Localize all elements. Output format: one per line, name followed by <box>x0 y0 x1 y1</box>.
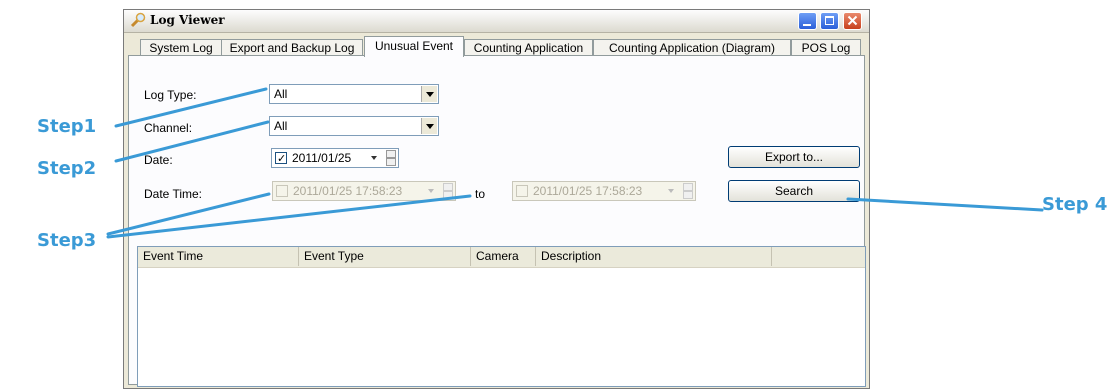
annotation-lines <box>106 87 1044 239</box>
step1-label: Step1 <box>37 116 97 137</box>
step4-label: Step 4 <box>1042 194 1108 215</box>
step1-pointer <box>114 87 268 128</box>
tab-unusual-event[interactable]: Unusual Event <box>364 36 464 57</box>
step2-label: Step2 <box>37 158 97 179</box>
step3-label: Step3 <box>37 230 97 251</box>
step3-pointer-b <box>106 194 472 239</box>
step4-pointer <box>846 197 1044 212</box>
step2-pointer <box>114 120 270 163</box>
